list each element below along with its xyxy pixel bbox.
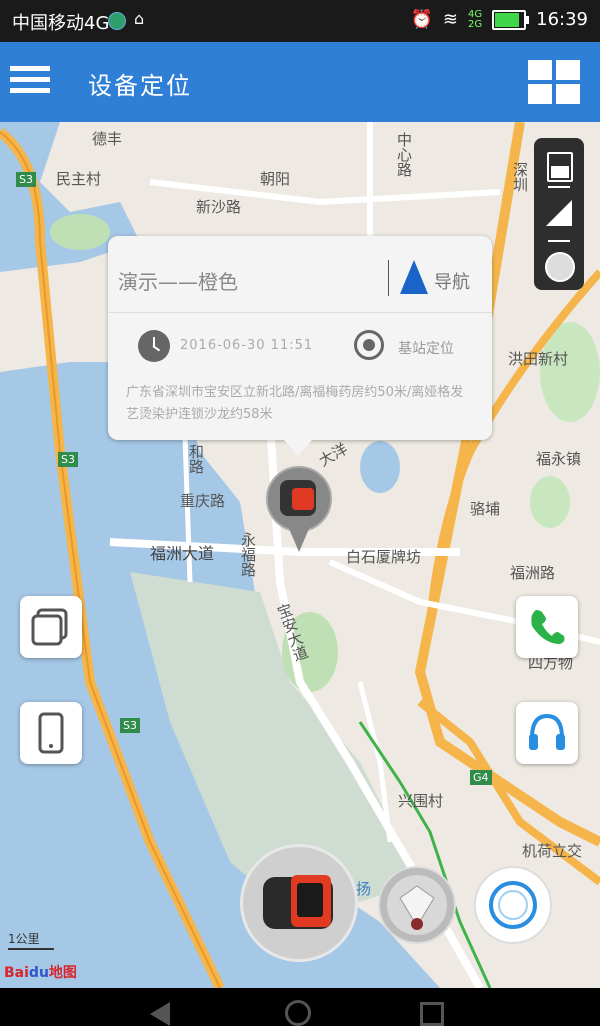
monitor-button[interactable]: [516, 702, 578, 764]
clock-time: 16:39: [536, 9, 588, 30]
android-icon: ⌂: [134, 9, 145, 28]
signal-icon: 4G 2G: [468, 9, 483, 30]
device-name: 演示——橙色: [118, 270, 238, 294]
map-label: 深圳: [511, 162, 529, 192]
location-info-popup: 演示——橙色 导航 2016-06-30 11:51 基站定位 广东省深圳市宝安…: [108, 236, 492, 456]
map-label: 福洲大道: [150, 544, 215, 563]
device-avatar-selected[interactable]: [240, 844, 358, 962]
location-address: 广东省深圳市宝安区立新北路/离福梅药房约50米/离娅格发艺烫染护连锁沙龙约58米: [126, 385, 464, 422]
map-label: 重庆路: [180, 492, 226, 510]
device-signal-icon: [546, 200, 572, 226]
headset-icon: [529, 713, 565, 750]
gps-icon: [545, 252, 575, 282]
device-phone-button[interactable]: [20, 702, 82, 764]
map-label: 德丰: [92, 130, 123, 148]
menu-icon[interactable]: [10, 60, 50, 102]
map-label: 福洲路: [510, 564, 556, 582]
highway-shield: S3: [58, 452, 78, 467]
network-2g-label: 2G: [468, 18, 483, 30]
battery-charging-icon: [492, 9, 530, 30]
diamond-icon: [387, 875, 447, 935]
navigation-button[interactable]: 导航: [434, 268, 470, 294]
location-timestamp: 2016-06-30 11:51: [180, 338, 314, 353]
device-avatar[interactable]: [474, 866, 552, 944]
navigation-arrow-icon[interactable]: [400, 260, 428, 294]
system-nav-bar: [0, 988, 600, 1026]
highway-shield: S3: [16, 172, 36, 187]
layers-button[interactable]: [20, 596, 82, 658]
device-battery-icon: [547, 152, 573, 182]
alarm-icon: ⏰: [410, 9, 433, 30]
app-bar: 设备定位: [0, 42, 600, 122]
map-label: 和路: [187, 444, 205, 474]
baidu-map-logo: Baidu地图: [4, 965, 77, 981]
back-icon[interactable]: [150, 1002, 170, 1026]
map-label: 扬: [356, 880, 372, 898]
device-avatar[interactable]: [378, 866, 456, 944]
call-button[interactable]: [516, 596, 578, 658]
globe-icon: [108, 12, 126, 30]
highway-shield: G4: [470, 770, 492, 785]
map-label: 新沙路: [196, 198, 242, 216]
map-scale-label: 1公里: [8, 932, 40, 946]
location-type: 基站定位: [398, 341, 454, 357]
map-label: 民主村: [56, 170, 102, 188]
highway-shield: S3: [120, 718, 140, 733]
watch-icon: [263, 875, 333, 929]
recent-apps-icon[interactable]: [420, 1002, 444, 1026]
layers-icon: [31, 608, 68, 646]
map-label: 中心路: [395, 132, 413, 177]
page-title: 设备定位: [88, 72, 192, 100]
location-target-icon: [354, 330, 384, 360]
wifi-icon: ≋: [442, 9, 458, 30]
map-scale: 1公里: [8, 930, 54, 950]
call-icon: [531, 610, 565, 644]
smartwatch-icon: [489, 881, 537, 929]
grid-icon[interactable]: [528, 60, 580, 104]
map-label: 朝阳: [260, 170, 291, 188]
map-label: 机荷立交: [522, 842, 583, 860]
phone-device-icon: [38, 712, 64, 754]
home-icon[interactable]: [285, 1000, 311, 1026]
map-label: 永福路: [239, 532, 257, 577]
map-label: 白石厦牌坊: [346, 548, 422, 566]
map-label: 洪田新村: [508, 350, 569, 368]
watch-icon: [280, 480, 316, 516]
map-label: 兴围村: [398, 792, 444, 810]
map-label: 骆埔: [470, 500, 501, 518]
clock-icon: [138, 330, 170, 362]
device-status-panel: [534, 138, 584, 290]
map-label: 福永镇: [536, 450, 582, 468]
device-map-pin[interactable]: [266, 466, 332, 552]
carrier-label: 中国移动4G: [12, 13, 110, 34]
status-bar: 中国移动4G ⌂ ⏰ ≋ 4G 2G 16:39: [0, 0, 600, 42]
